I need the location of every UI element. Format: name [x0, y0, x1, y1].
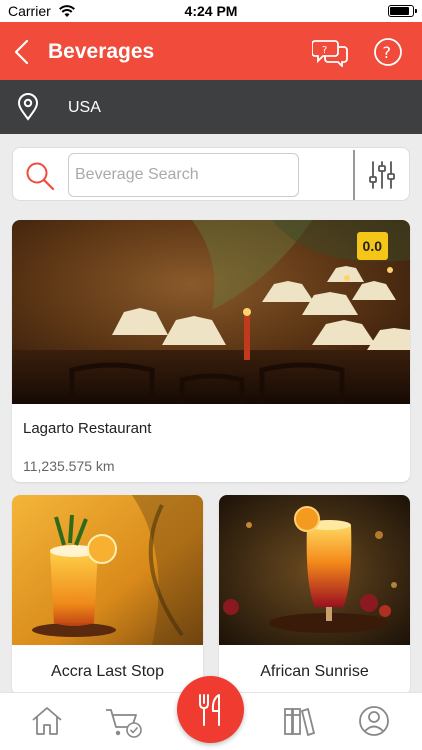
- home-icon[interactable]: [30, 705, 64, 737]
- beverage-photo: [219, 495, 410, 645]
- books-icon[interactable]: [282, 705, 316, 737]
- filter-sliders-icon[interactable]: [368, 160, 396, 190]
- fork-knife-icon: [199, 694, 220, 726]
- location-pin-icon: [17, 93, 39, 121]
- restaurant-name: Lagarto Restaurant: [23, 420, 152, 437]
- search-bar: [12, 147, 410, 201]
- search-icon[interactable]: [25, 161, 55, 191]
- beverage-photo: [12, 495, 203, 645]
- svg-text:?: ?: [322, 45, 327, 56]
- page-title: Beverages: [48, 40, 155, 63]
- search-divider: [353, 150, 355, 200]
- rating-badge: 0.0: [356, 232, 388, 260]
- beverage-name: Accra Last Stop: [51, 663, 164, 680]
- featured-restaurant-card[interactable]: 0.0 Lagarto Restaurant 11,235.575 km: [12, 220, 410, 482]
- profile-icon[interactable]: [358, 705, 390, 737]
- beverage-card[interactable]: Accra Last Stop: [12, 495, 203, 695]
- location-label: USA: [68, 99, 101, 116]
- back-arrow-icon[interactable]: [12, 39, 32, 65]
- restaurant-photo: [12, 220, 410, 404]
- status-bar: Carrier 4:24 PM: [0, 0, 422, 22]
- location-bar[interactable]: USA: [0, 80, 422, 134]
- chat-help-icon[interactable]: ?: [312, 37, 350, 67]
- search-input[interactable]: [68, 153, 299, 197]
- restaurant-distance: 11,235.575 km: [23, 458, 115, 474]
- cart-check-icon[interactable]: [104, 705, 144, 739]
- app-header: Beverages ? ?: [0, 22, 422, 80]
- svg-text:?: ?: [383, 43, 392, 62]
- beverage-name: African Sunrise: [260, 663, 369, 680]
- clock: 4:24 PM: [184, 3, 238, 19]
- restaurant-tab-button[interactable]: [177, 676, 244, 743]
- help-icon[interactable]: ?: [373, 37, 403, 67]
- beverage-card[interactable]: African Sunrise: [219, 495, 410, 695]
- battery-icon: [388, 5, 417, 17]
